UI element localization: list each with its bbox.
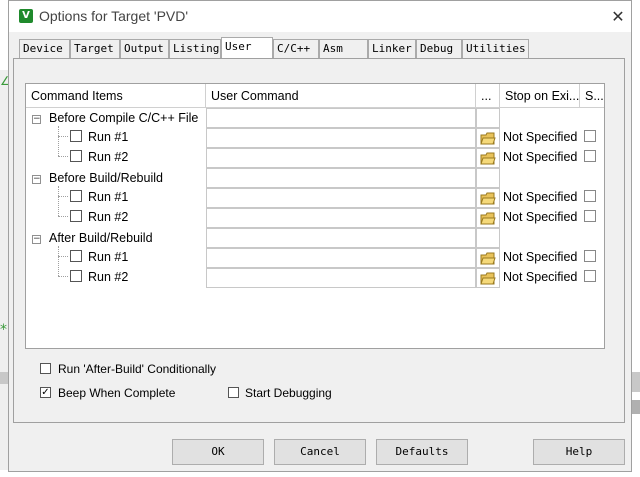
app-icon: V <box>19 9 33 23</box>
header-user-command[interactable]: User Command <box>206 84 476 108</box>
s-checkbox[interactable] <box>584 150 596 162</box>
folder-icon[interactable] <box>480 252 496 265</box>
command-table: Command Items User Command ... Stop on E… <box>25 83 605 349</box>
window-title: Options for Target 'PVD' <box>39 8 189 24</box>
options-dialog: V Options for Target 'PVD' ✕ Device Targ… <box>8 0 632 472</box>
folder-icon[interactable] <box>480 212 496 225</box>
stop-on-exit-value[interactable]: Not Specified <box>503 130 577 144</box>
folder-icon[interactable] <box>480 132 496 145</box>
group-browse-cell <box>476 228 500 248</box>
beep-label[interactable]: Beep When Complete <box>58 386 175 400</box>
ok-button[interactable]: OK <box>172 439 264 465</box>
stop-on-exit-value[interactable]: Not Specified <box>503 190 577 204</box>
tree-line <box>58 136 68 137</box>
run-label: Run #1 <box>88 130 129 144</box>
run-checkbox[interactable] <box>70 130 82 142</box>
run-label: Run #1 <box>88 190 129 204</box>
collapse-icon[interactable]: − <box>32 175 41 184</box>
beep-checkbox[interactable]: ✓ <box>40 387 51 398</box>
group-browse-cell <box>476 168 500 188</box>
stop-on-exit-value[interactable]: Not Specified <box>503 150 577 164</box>
tree-line <box>58 276 68 277</box>
stop-on-exit-value[interactable]: Not Specified <box>503 210 577 224</box>
tree-line <box>58 196 68 197</box>
group-label: After Build/Rebuild <box>49 231 153 245</box>
tree-line <box>58 156 68 157</box>
user-command-input[interactable] <box>206 248 476 268</box>
title-bar: V Options for Target 'PVD' ✕ <box>9 1 631 32</box>
group-command-cell <box>206 108 476 128</box>
tree-line <box>58 216 68 217</box>
run-checkbox[interactable] <box>70 210 82 222</box>
tab-c-cpp[interactable]: C/C++ <box>273 39 319 58</box>
background-bar <box>632 372 640 392</box>
group-command-cell <box>206 228 476 248</box>
s-checkbox[interactable] <box>584 190 596 202</box>
s-checkbox[interactable] <box>584 130 596 142</box>
user-tab-panel: Command Items User Command ... Stop on E… <box>13 58 625 423</box>
run-label: Run #2 <box>88 210 129 224</box>
tab-utilities[interactable]: Utilities <box>462 39 529 58</box>
run-after-build-label[interactable]: Run 'After-Build' Conditionally <box>58 362 216 376</box>
tab-asm[interactable]: Asm <box>319 39 368 58</box>
close-icon[interactable]: ✕ <box>609 7 627 26</box>
tree-line <box>58 186 59 216</box>
run-label: Run #2 <box>88 150 129 164</box>
tab-target[interactable]: Target <box>70 39 120 58</box>
background-window-edge <box>0 70 8 470</box>
background-glyph: * <box>0 322 7 338</box>
user-command-input[interactable] <box>206 128 476 148</box>
group-browse-cell <box>476 108 500 128</box>
run-checkbox[interactable] <box>70 270 82 282</box>
s-checkbox[interactable] <box>584 270 596 282</box>
tab-listing[interactable]: Listing <box>169 39 221 58</box>
group-label: Before Build/Rebuild <box>49 171 163 185</box>
start-debugging-label[interactable]: Start Debugging <box>245 386 332 400</box>
tree-line <box>58 256 68 257</box>
header-s[interactable]: S... <box>580 84 604 108</box>
background-bar <box>632 400 640 414</box>
group-label: Before Compile C/C++ File <box>49 111 199 125</box>
user-command-input[interactable] <box>206 188 476 208</box>
background-bar <box>0 372 8 384</box>
stop-on-exit-value[interactable]: Not Specified <box>503 250 577 264</box>
collapse-icon[interactable]: − <box>32 115 41 124</box>
tree-line <box>58 126 59 156</box>
tree-line <box>58 246 59 276</box>
folder-icon[interactable] <box>480 272 496 285</box>
collapse-icon[interactable]: − <box>32 235 41 244</box>
cancel-button[interactable]: Cancel <box>274 439 366 465</box>
start-debugging-checkbox[interactable] <box>228 387 239 398</box>
run-checkbox[interactable] <box>70 150 82 162</box>
stop-on-exit-value[interactable]: Not Specified <box>503 270 577 284</box>
defaults-button[interactable]: Defaults <box>376 439 468 465</box>
user-command-input[interactable] <box>206 208 476 228</box>
group-command-cell <box>206 168 476 188</box>
run-checkbox[interactable] <box>70 190 82 202</box>
user-command-input[interactable] <box>206 268 476 288</box>
user-command-input[interactable] <box>206 148 476 168</box>
help-button[interactable]: Help <box>533 439 625 465</box>
tab-user[interactable]: User <box>221 37 273 59</box>
tab-debug[interactable]: Debug <box>416 39 462 58</box>
folder-icon[interactable] <box>480 152 496 165</box>
s-checkbox[interactable] <box>584 250 596 262</box>
tab-output[interactable]: Output <box>120 39 169 58</box>
header-command-items[interactable]: Command Items <box>26 84 206 108</box>
run-after-build-checkbox[interactable] <box>40 363 51 374</box>
run-checkbox[interactable] <box>70 250 82 262</box>
run-label: Run #1 <box>88 250 129 264</box>
tab-linker[interactable]: Linker <box>368 39 416 58</box>
header-stop-on-exit[interactable]: Stop on Exi... <box>500 84 580 108</box>
run-label: Run #2 <box>88 270 129 284</box>
tab-device[interactable]: Device <box>19 39 70 58</box>
s-checkbox[interactable] <box>584 210 596 222</box>
folder-icon[interactable] <box>480 192 496 205</box>
header-browse[interactable]: ... <box>476 84 500 108</box>
